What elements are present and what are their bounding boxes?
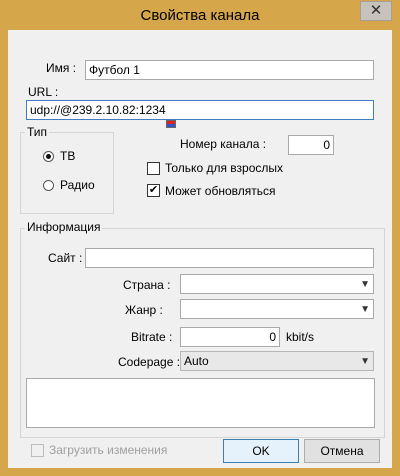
updatable-checkbox-label[interactable]: Может обновляться	[165, 184, 276, 198]
country-select[interactable]: ▼	[180, 274, 374, 294]
ok-button[interactable]: OK	[223, 439, 299, 463]
adult-checkbox-label[interactable]: Только для взрослых	[165, 161, 283, 175]
codepage-value: Auto	[184, 354, 209, 368]
site-label: Сайт :	[48, 251, 83, 265]
type-group	[20, 132, 114, 214]
codepage-select[interactable]: Auto ▼	[180, 351, 374, 371]
country-label: Страна :	[123, 278, 171, 292]
radio-tv[interactable]	[43, 151, 54, 162]
name-input[interactable]: Футбол 1	[85, 60, 374, 80]
flag-icon	[166, 120, 176, 128]
genre-select[interactable]: ▼	[180, 299, 374, 319]
title-bar[interactable]: Свойства канала ✕	[0, 0, 400, 30]
adult-checkbox[interactable]	[147, 162, 160, 175]
check-icon: ✔	[148, 184, 159, 196]
load-changes-checkbox[interactable]	[31, 444, 44, 457]
info-group-title: Информация	[25, 220, 103, 234]
radio-tv-label[interactable]: ТВ	[60, 149, 75, 163]
description-textarea[interactable]	[26, 378, 375, 428]
url-label: URL :	[28, 85, 59, 99]
load-changes-label[interactable]: Загрузить изменения	[49, 443, 167, 457]
bitrate-unit: kbit/s	[286, 330, 315, 344]
radio-radio[interactable]	[43, 180, 54, 191]
channel-properties-dialog: Свойства канала ✕ Имя : Футбол 1 URL : u…	[0, 0, 400, 476]
bitrate-input[interactable]: 0	[180, 327, 280, 347]
chevron-down-icon: ▼	[360, 279, 370, 290]
bitrate-label: Bitrate :	[131, 330, 173, 344]
genre-label: Жанр :	[125, 303, 163, 317]
cancel-button[interactable]: Отмена	[304, 439, 380, 463]
channel-number-label: Номер канала :	[180, 137, 267, 151]
close-icon: ✕	[369, 2, 383, 19]
chevron-down-icon: ▼	[360, 356, 370, 367]
chevron-down-icon: ▼	[360, 304, 370, 315]
updatable-checkbox[interactable]: ✔	[147, 184, 160, 197]
dialog-body: Имя : Футбол 1 URL : udp://@239.2.10.82:…	[8, 30, 392, 468]
radio-radio-label[interactable]: Радио	[60, 178, 95, 192]
site-input[interactable]	[85, 248, 374, 268]
type-group-title: Тип	[25, 125, 50, 139]
url-input[interactable]: udp://@239.2.10.82:1234	[26, 100, 374, 120]
window-title: Свойства канала	[140, 7, 260, 24]
name-label: Имя :	[46, 61, 77, 75]
channel-number-input[interactable]: 0	[288, 135, 334, 155]
close-button[interactable]: ✕	[360, 1, 392, 21]
codepage-label: Codepage :	[118, 355, 181, 369]
